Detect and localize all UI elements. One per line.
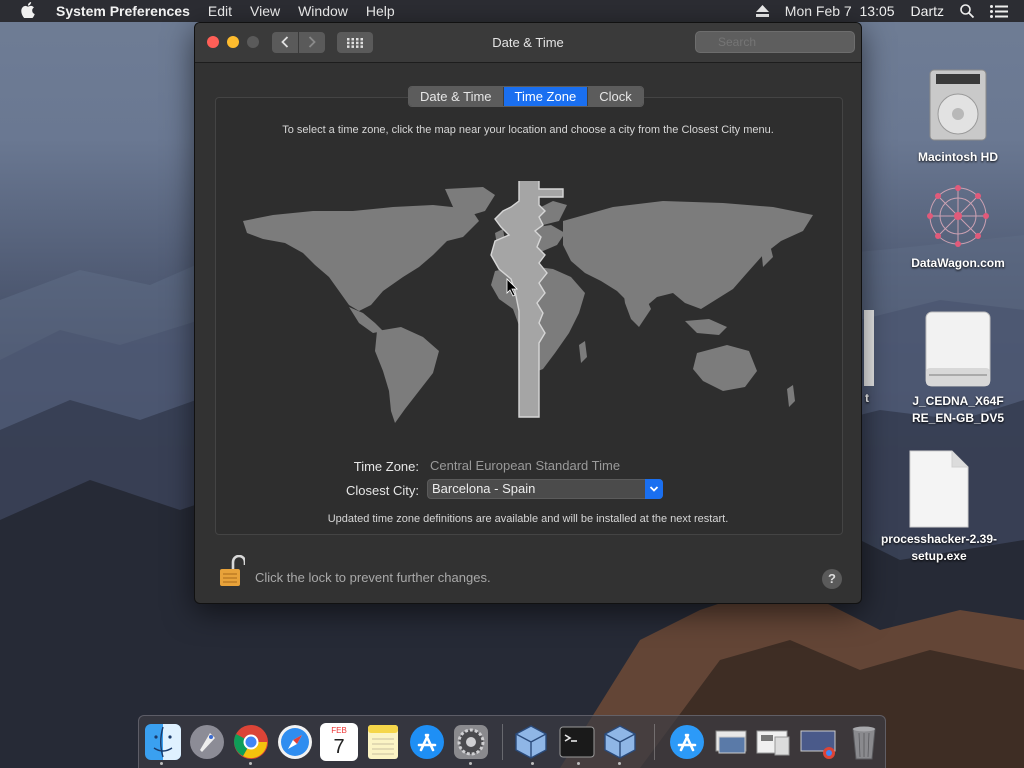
running-indicator (160, 762, 163, 765)
world-time-zone-map[interactable] (233, 181, 823, 431)
menu-clock[interactable]: Mon Feb 7 13:05 (785, 3, 895, 19)
documents-stack-icon[interactable] (755, 723, 793, 761)
menu-user[interactable]: Dartz (911, 3, 944, 19)
select-arrow[interactable] (645, 479, 663, 499)
dock: FEB 7 (138, 715, 886, 768)
update-notice: Updated time zone definitions are availa… (327, 513, 729, 525)
terminal-icon[interactable] (558, 723, 596, 761)
downloads-stack-icon[interactable] (712, 723, 750, 761)
document-icon (909, 450, 969, 528)
instructions-text: To select a time zone, click the map nea… (282, 124, 774, 136)
menu-bar: System Preferences Edit View Window Help… (0, 0, 1024, 22)
desktop-icon-label: processhacker-2.39-setup.exe (880, 532, 998, 563)
desktop-icon-datawagon[interactable]: DataWagon.com (903, 180, 1013, 272)
running-indicator (249, 762, 252, 765)
menu-edit[interactable]: Edit (199, 3, 241, 19)
desktop-icon-processhacker[interactable]: processhacker-2.39-setup.exe (881, 450, 997, 565)
calendar-icon[interactable]: FEB 7 (320, 723, 358, 761)
finder-icon[interactable] (144, 723, 182, 761)
menu-view[interactable]: View (241, 3, 289, 19)
tab-time-zone[interactable]: Time Zone (503, 87, 589, 106)
apple-menu-icon[interactable] (0, 2, 56, 20)
dock-separator (654, 724, 655, 760)
screenshots-stack-icon[interactable] (799, 723, 837, 761)
desktop-icon-macintosh-hd[interactable]: Macintosh HD (903, 66, 1013, 166)
running-indicator (618, 762, 621, 765)
app-store-icon[interactable] (408, 723, 446, 761)
virtualbox-vm-icon[interactable] (601, 723, 639, 761)
closest-city-select[interactable]: Barcelona - Spain (427, 479, 663, 499)
eject-icon[interactable] (755, 5, 769, 17)
running-indicator (469, 762, 472, 765)
trash-icon[interactable] (845, 723, 883, 761)
closest-city-value: Barcelona - Spain (432, 481, 536, 496)
lock-open-icon[interactable] (219, 555, 245, 587)
removable-disk-icon (925, 311, 991, 387)
calendar-day: 7 (333, 736, 345, 758)
closest-city-label: Closest City: (346, 483, 419, 498)
chrome-icon[interactable] (232, 723, 270, 761)
menu-app-name[interactable]: System Preferences (56, 3, 199, 19)
calendar-month: FEB (331, 726, 347, 735)
tab-bar: Date & Time Time Zone Clock (408, 86, 644, 107)
virtualbox-icon[interactable] (512, 723, 550, 761)
menu-help[interactable]: Help (357, 3, 404, 19)
tab-date-time[interactable]: Date & Time (409, 87, 504, 106)
dock-separator (502, 724, 503, 760)
datawagon-logo-icon (927, 185, 989, 247)
lock-hint-text: Click the lock to prevent further change… (255, 570, 491, 585)
window-titlebar[interactable]: Date & Time (195, 23, 861, 63)
hard-drive-icon (929, 69, 987, 141)
desktop-icon-label: DataWagon.com (911, 256, 1005, 270)
search-input[interactable] (695, 31, 855, 53)
desktop-icon-label: t (865, 391, 869, 405)
time-zone-label: Time Zone: (353, 459, 419, 474)
system-preferences-icon[interactable] (452, 723, 490, 761)
desktop-icon-j-cedna[interactable]: J_CEDNA_X64FRE_EN-GB_DV5 (903, 310, 1013, 427)
help-button[interactable]: ? (822, 569, 842, 589)
app-store-folder-icon[interactable] (668, 723, 706, 761)
desktop-icon-label: Macintosh HD (917, 150, 998, 164)
tab-clock[interactable]: Clock (588, 87, 643, 106)
desktop-icon-label: J_CEDNA_X64FRE_EN-GB_DV5 (911, 394, 1005, 425)
running-indicator (531, 762, 534, 765)
launchpad-icon[interactable] (188, 723, 226, 761)
drive-partial-icon (864, 310, 874, 386)
running-indicator (577, 762, 580, 765)
menu-window[interactable]: Window (289, 3, 357, 19)
notes-icon[interactable] (364, 723, 402, 761)
time-zone-value: Central European Standard Time (430, 458, 621, 473)
chevron-down-icon (649, 486, 659, 492)
notification-center-icon[interactable] (990, 4, 1008, 18)
desktop-icon-partial[interactable]: t (862, 310, 876, 405)
safari-icon[interactable] (276, 723, 314, 761)
spotlight-search-icon[interactable] (960, 4, 974, 18)
date-time-window: Date & Time Date & Time Time Zone Clock … (194, 22, 862, 604)
